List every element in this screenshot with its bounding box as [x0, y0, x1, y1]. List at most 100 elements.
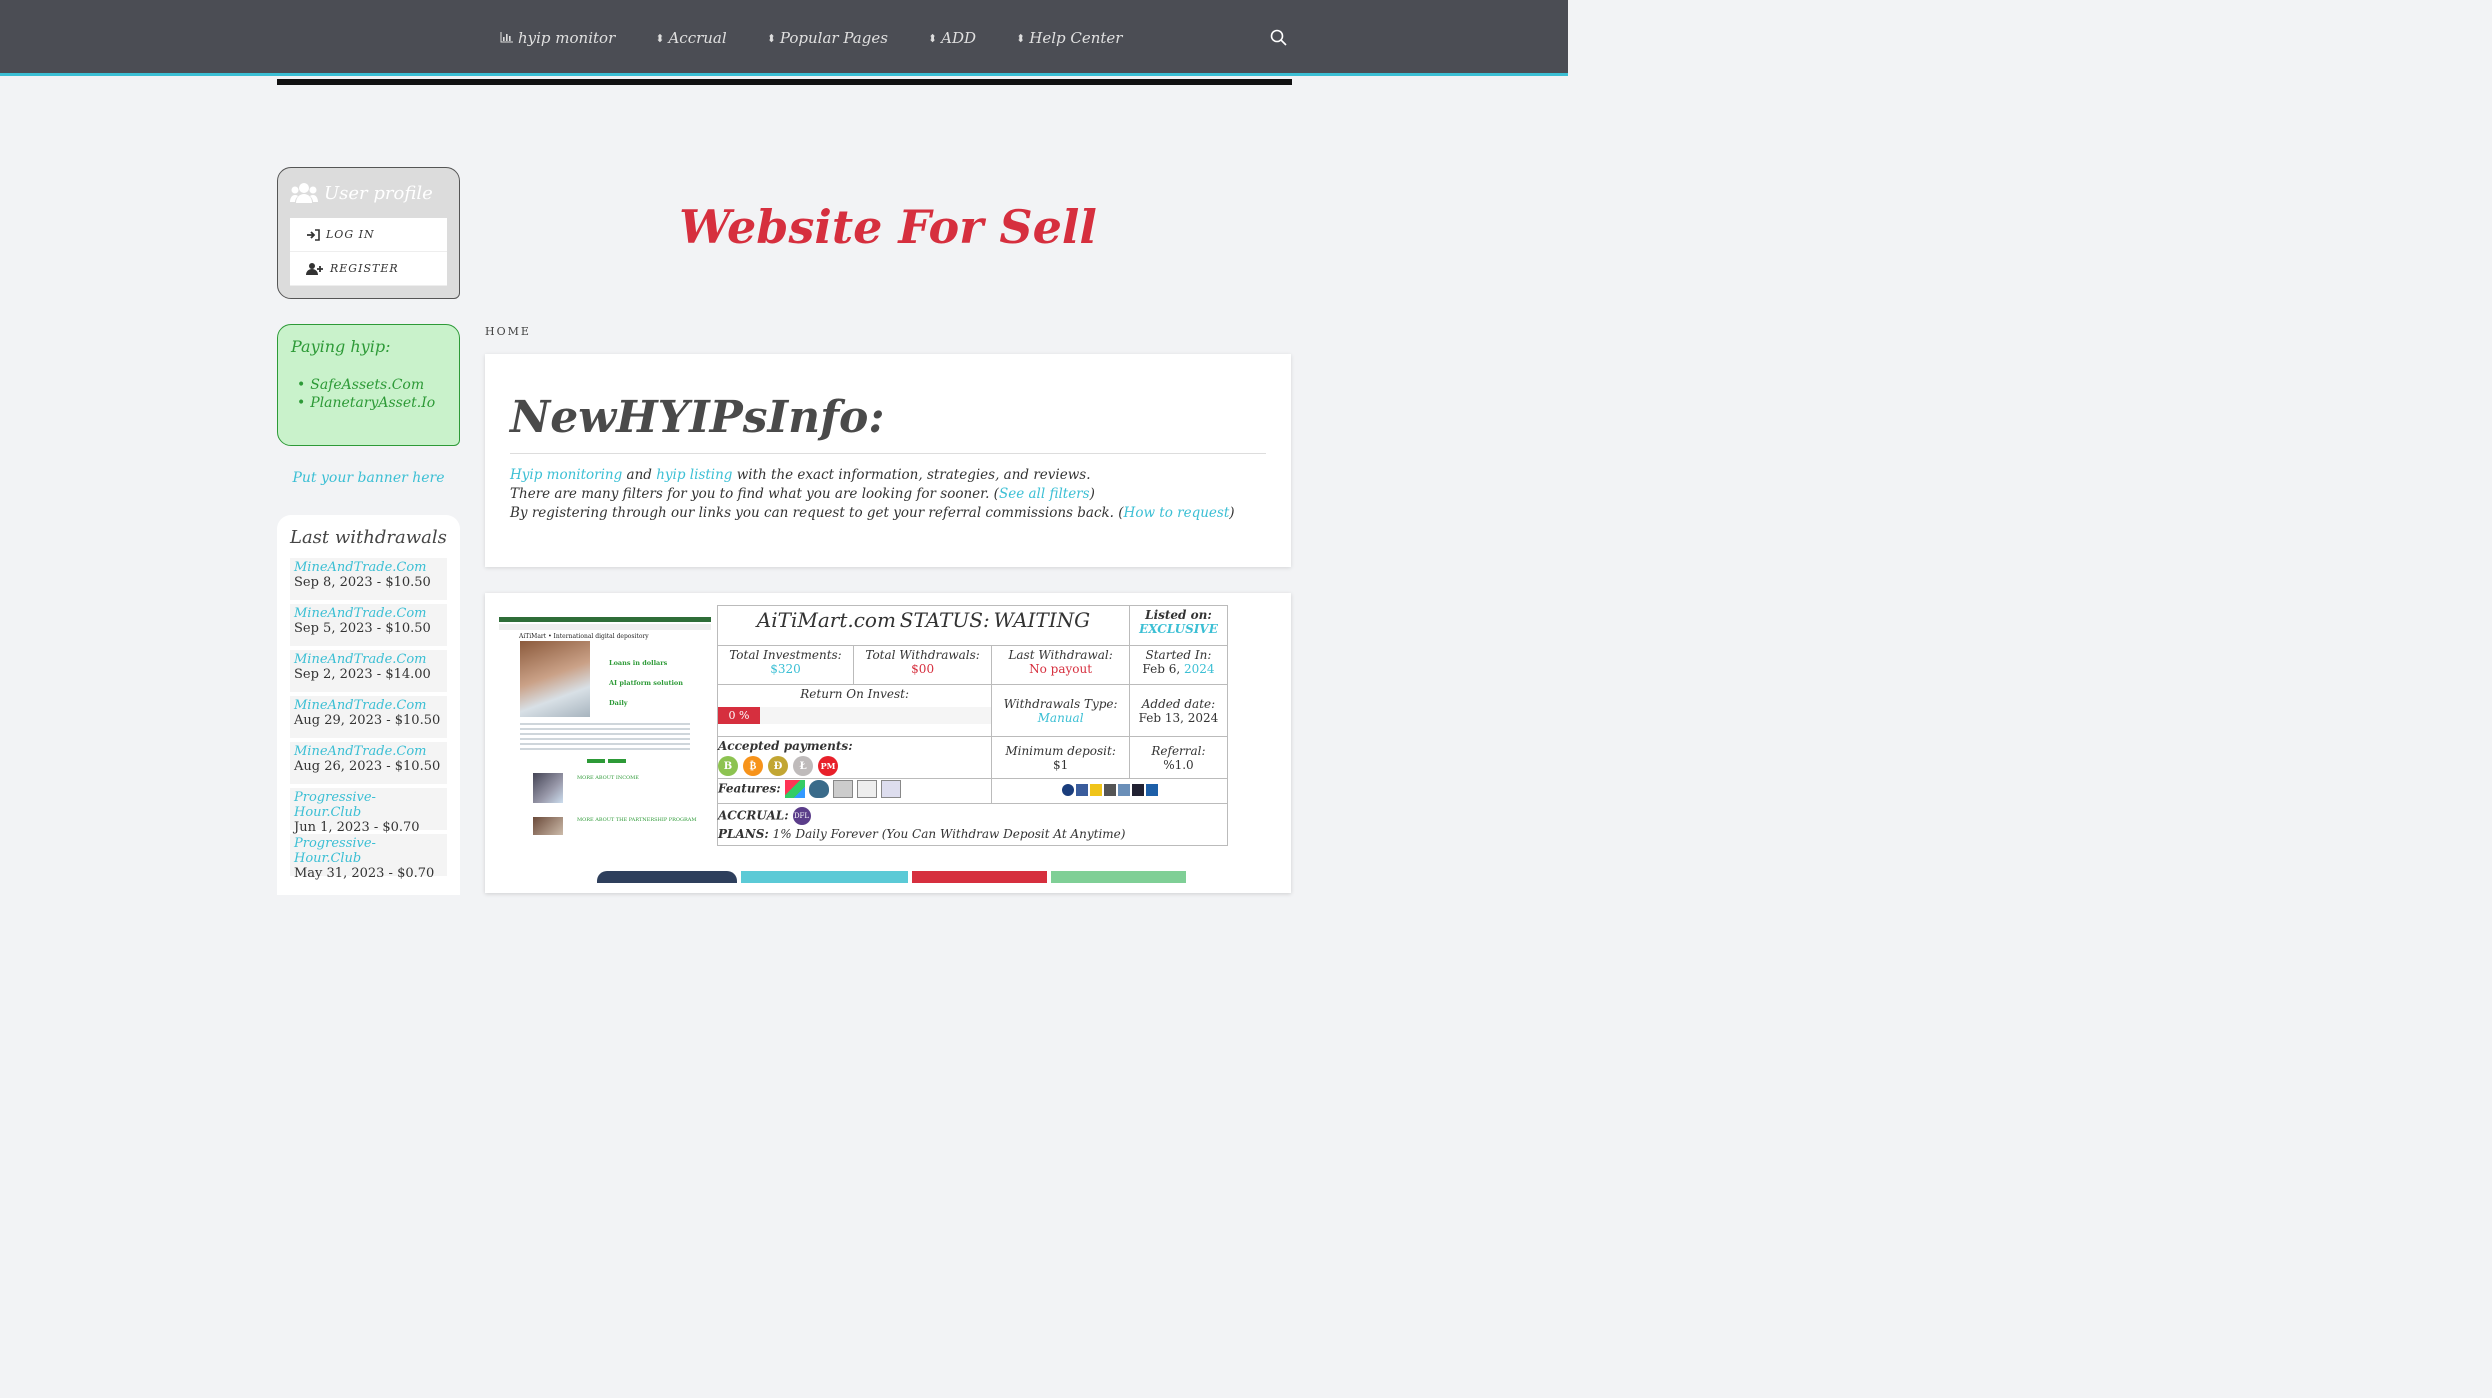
paying-hyip-box: Paying hyip: SafeAssets.Com PlanetaryAss… [277, 324, 460, 446]
withdrawal-site-link[interactable]: MineAndTrade.Com [294, 560, 443, 575]
register-button[interactable]: REGISTER [290, 252, 447, 286]
bitcoin-icon: ₿ [743, 756, 763, 776]
screenshot-photo [520, 641, 590, 717]
withdrawal-meta: Aug 26, 2023 - $10.50 [294, 759, 441, 774]
accrual-plans-cell: ACCRUAL: DFL PLANS: 1% Daily Forever (Yo… [717, 803, 1228, 846]
withdrawal-item: MineAndTrade.Com Sep 2, 2023 - $14.00 [290, 650, 447, 692]
nav-label: Accrual [668, 29, 727, 47]
monitor-icons-cell [991, 778, 1228, 804]
monitor-icon[interactable] [1145, 783, 1158, 796]
monitor-icon[interactable] [1103, 783, 1116, 796]
started-label: Started In: [1145, 648, 1212, 662]
plans-label: PLANS: [718, 827, 769, 841]
intro-text: ) [1229, 505, 1235, 521]
intro-line-1: Hyip monitoring and hyip listing with th… [510, 466, 1266, 485]
roi-label: Return On Invest: [800, 687, 909, 701]
bar-chart-icon [500, 31, 514, 46]
withdrawal-site-link[interactable]: MineAndTrade.Com [294, 698, 443, 713]
hyip-listing-link[interactable]: hyip listing [656, 467, 732, 483]
litecoin-icon: Ł [793, 756, 813, 776]
monitor-icon[interactable] [1075, 783, 1088, 796]
action-button[interactable] [741, 871, 908, 883]
withdrawal-item: MineAndTrade.Com Sep 8, 2023 - $10.50 [290, 558, 447, 600]
status-table: AiTiMart.com STATUS: WAITING Listed on: … [716, 605, 1229, 846]
withdrawal-site-link[interactable]: MineAndTrade.Com [294, 652, 443, 667]
paying-item[interactable]: SafeAssets.Com [297, 376, 446, 394]
search-icon[interactable] [1270, 29, 1287, 46]
accepted-payments-cell: Accepted payments: B ₿ Ð Ł PM [716, 736, 993, 779]
dogecoin-icon: Ð [768, 756, 788, 776]
screenshot-text-lines [520, 723, 690, 753]
withdrawal-item: Progressive-Hour.Club May 31, 2023 - $0.… [290, 834, 447, 881]
status-label: STATUS: [899, 608, 990, 632]
nav-label: Popular Pages [779, 29, 888, 47]
last-withdrawal-cell: Last Withdrawal: No payout [991, 645, 1130, 685]
total-withdrawals-value: $00 [911, 662, 935, 676]
nav-add[interactable]: ⬍ ADD [928, 29, 976, 47]
last-withdrawals-box: Last withdrawals MineAndTrade.Com Sep 8,… [277, 515, 460, 895]
bitcoin-cash-icon: B [718, 756, 738, 776]
withdrawal-site-link[interactable]: Progressive-Hour.Club [294, 790, 443, 820]
status-header-cell: AiTiMart.com STATUS: WAITING [717, 605, 1130, 646]
withdrawal-item: MineAndTrade.Com Aug 26, 2023 - $10.50 [290, 742, 447, 784]
breadcrumb[interactable]: HOME [485, 325, 531, 338]
monitor-icon[interactable] [1061, 783, 1074, 796]
accrual-row: ACCRUAL: DFL [718, 807, 1227, 825]
payment-icons: B ₿ Ð Ł PM [718, 756, 991, 776]
see-all-filters-link[interactable]: See all filters [999, 486, 1090, 502]
hyip-monitoring-link[interactable]: Hyip monitoring [510, 467, 622, 483]
withdrawal-meta: Sep 5, 2023 - $10.50 [294, 621, 431, 636]
banner-placeholder-link[interactable]: Put your banner here [277, 470, 460, 486]
withdrawal-site-link[interactable]: Progressive-Hour.Club [294, 836, 443, 866]
roi-value: 0 % [718, 707, 760, 724]
started-year-link[interactable]: 2024 [1184, 662, 1215, 676]
withdrawals-type-label: Withdrawals Type: [1003, 696, 1118, 711]
monitor-icon[interactable] [1117, 783, 1130, 796]
min-deposit-label: Minimum deposit: [1005, 743, 1116, 758]
intro-text: By registering through our links you can… [510, 505, 1124, 521]
action-button[interactable] [912, 871, 1047, 883]
min-deposit-value: $1 [1052, 757, 1069, 772]
feature-icons [784, 780, 901, 798]
intro-text: ) [1089, 486, 1095, 502]
monitor-icon[interactable] [1089, 783, 1102, 796]
nav-help-center[interactable]: ⬍ Help Center [1016, 29, 1122, 47]
started-cell: Started In: Feb 6, 2024 [1128, 645, 1229, 685]
withdrawal-site-link[interactable]: MineAndTrade.Com [294, 606, 443, 621]
referral-cell: Referral: %1.0 [1128, 736, 1229, 779]
total-investments-label: Total Investments: [729, 648, 842, 662]
screenshot-tagline: Loans in dollars [609, 659, 668, 667]
intro-text: with the exact information, strategies, … [732, 467, 1091, 483]
screenshot-tagline: Daily [609, 699, 628, 707]
hero-title: Website For Sell [679, 200, 1097, 254]
withdrawal-site-link[interactable]: MineAndTrade.Com [294, 744, 443, 759]
withdrawal-meta: Sep 8, 2023 - $10.50 [294, 575, 431, 590]
paying-item[interactable]: PlanetaryAsset.Io [297, 394, 446, 412]
withdrawal-meta: May 31, 2023 - $0.70 [294, 866, 435, 881]
nav-hyip-monitor[interactable]: hyip monitor [500, 29, 615, 47]
site-screenshot[interactable]: AiTiMart • International digital deposit… [499, 617, 711, 835]
main-nav: hyip monitor ⬍ Accrual ⬍ Popular Pages ⬍… [500, 0, 1122, 76]
user-profile-box: User profile LOG IN REGISTER [277, 167, 460, 299]
added-date-cell: Added date: Feb 13, 2024 [1128, 684, 1229, 737]
how-to-request-link[interactable]: How to request [1124, 505, 1230, 521]
nav-accrual[interactable]: ⬍ Accrual [655, 29, 726, 47]
listed-on-value[interactable]: EXCLUSIVE [1132, 622, 1225, 636]
login-button[interactable]: LOG IN [290, 218, 447, 252]
accrual-label: ACCRUAL: [718, 808, 789, 823]
screenshot-thumb [533, 817, 563, 835]
added-date-label: Added date: [1141, 696, 1216, 711]
monitor-icon[interactable] [1131, 783, 1144, 796]
site-name[interactable]: AiTiMart.com [757, 608, 896, 632]
profile-title: User profile [324, 182, 433, 204]
nav-label: Help Center [1029, 29, 1123, 47]
started-value: Feb 6, 2024 [1132, 662, 1225, 676]
nav-popular-pages[interactable]: ⬍ Popular Pages [767, 29, 888, 47]
screenshot-tagline: AI platform solution [609, 679, 683, 687]
action-button[interactable] [597, 871, 737, 883]
action-button[interactable] [1051, 871, 1186, 883]
sort-icon: ⬍ [1016, 31, 1026, 45]
withdrawal-item: MineAndTrade.Com Aug 29, 2023 - $10.50 [290, 696, 447, 738]
header-divider [277, 79, 1292, 85]
ddos-shield-icon [808, 780, 829, 798]
